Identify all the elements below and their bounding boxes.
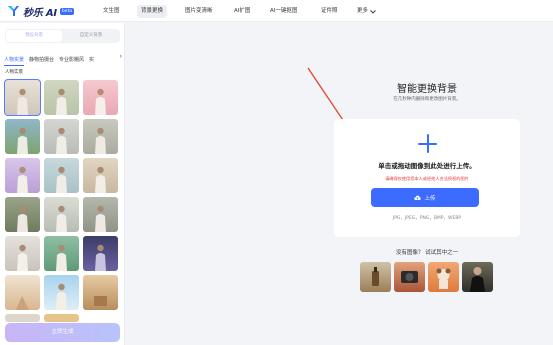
sample-image-camera[interactable] (394, 262, 425, 292)
section-title: 人物实景 (5, 70, 23, 75)
upload-warning: 请确保仅使用您本人或经他人合法授权的图片 (385, 176, 469, 181)
upload-button-label: 上传 (424, 195, 436, 202)
nav-more-label: 更多 (357, 8, 369, 14)
person-figure (17, 244, 28, 271)
person-figure (56, 205, 67, 232)
segment-preset-background[interactable]: 预设背景 (6, 30, 62, 42)
colosseum-figure (94, 296, 107, 306)
brand-logo[interactable]: 秒乐 AI beta (7, 4, 75, 19)
nav-item-id-photo[interactable]: 证件照 (321, 5, 338, 18)
tab-more-partial[interactable]: 实 (89, 56, 94, 63)
background-thumb[interactable] (83, 275, 118, 310)
sample-image-dog[interactable] (428, 262, 459, 292)
cloud-upload-icon (414, 195, 422, 200)
top-nav: 秒乐 AI beta 文生图 背景更换 图片变清晰 AI扩图 AI一键抠图 证件… (0, 0, 553, 22)
upload-dropzone[interactable]: 单击或拖动图像到此处进行上传。 请确保仅使用您本人或经他人合法授权的图片 上传 … (334, 119, 520, 237)
person-figure (56, 166, 67, 193)
person-figure (56, 283, 67, 310)
background-thumb[interactable] (4, 79, 41, 116)
nav-item-more[interactable]: 更多 (357, 5, 376, 18)
sample-image-bottle[interactable] (360, 262, 391, 292)
bottle-figure (372, 267, 379, 286)
tab-studio[interactable]: 专业影棚风 (59, 56, 84, 63)
category-tabs: 人物实景 静物拍摄台 专业影棚风 实 › (4, 53, 122, 66)
background-thumb[interactable] (44, 236, 79, 271)
person-figure (56, 244, 67, 271)
tab-people-scene[interactable]: 人物实景 (4, 56, 25, 66)
background-thumb[interactable] (5, 158, 40, 193)
person-figure (56, 88, 67, 115)
segment-custom-background[interactable]: 自定义背景 (63, 30, 119, 42)
background-thumb[interactable] (5, 275, 40, 310)
person-figure (17, 166, 28, 193)
generate-button[interactable]: 立即生成 (5, 323, 120, 342)
nav-item-ai-expand[interactable]: AI扩图 (234, 5, 250, 18)
background-thumb[interactable] (83, 158, 118, 193)
background-thumb[interactable] (44, 158, 79, 193)
person-figure (17, 88, 28, 115)
upload-button[interactable]: 上传 (371, 188, 479, 207)
person-figure (95, 244, 106, 271)
upload-prompt: 单击或拖动图像到此处进行上传。 (378, 162, 476, 170)
nav-item-text-to-image[interactable]: 文生图 (103, 5, 120, 18)
chevron-down-icon (370, 9, 376, 14)
sidebar: 预设背景 自定义背景 人物实景 静物拍摄台 专业影棚风 实 › 人物实景 立即生… (0, 23, 125, 345)
background-thumb[interactable] (44, 80, 79, 115)
background-thumb[interactable] (44, 119, 79, 154)
background-thumb[interactable] (83, 236, 118, 271)
page-title: 智能更换背景 (397, 84, 457, 95)
person-figure (95, 205, 106, 232)
person-figure (95, 127, 106, 154)
tab-still-life[interactable]: 静物拍摄台 (29, 56, 54, 63)
person-figure (95, 166, 106, 193)
camera-figure (401, 271, 418, 283)
background-thumb[interactable] (44, 314, 79, 322)
background-thumb[interactable] (5, 314, 40, 322)
page-subtitle: 在几秒钟内删除和更改图片背景。 (393, 97, 461, 102)
sample-image-woman[interactable] (462, 262, 493, 292)
brand-name: 秒乐 AI (23, 7, 57, 19)
background-thumb[interactable] (44, 197, 79, 232)
brand-badge: beta (59, 7, 75, 15)
person-figure (17, 205, 28, 232)
background-thumb[interactable] (5, 197, 40, 232)
supported-formats: JPG，JPEG，PNG，BMP，WEBP (392, 216, 462, 221)
dog-figure (436, 268, 451, 289)
person-figure (17, 127, 28, 154)
nav-item-background-replace[interactable]: 背景更换 (137, 5, 168, 18)
sample-images (360, 262, 494, 292)
person-figure (95, 88, 106, 115)
background-thumb[interactable] (83, 80, 118, 115)
background-thumb[interactable] (5, 119, 40, 154)
plus-icon (418, 134, 437, 153)
sample-prompt: 没有图像？ 试试其中之一 (395, 250, 459, 256)
chevron-right-icon[interactable]: › (120, 53, 122, 60)
background-thumb[interactable] (83, 119, 118, 154)
nav-item-ai-cutout[interactable]: AI一键抠图 (270, 5, 297, 18)
person-figure (470, 267, 485, 292)
background-mode-toggle: 预设背景 自定义背景 (5, 29, 120, 43)
landmark-figure (16, 296, 29, 310)
logo-icon (8, 6, 19, 16)
background-thumb[interactable] (83, 197, 118, 232)
background-thumb[interactable] (44, 275, 79, 310)
nav-item-enhance-image[interactable]: 图片变清晰 (185, 5, 213, 18)
background-thumb[interactable] (5, 236, 40, 271)
person-figure (56, 127, 67, 154)
